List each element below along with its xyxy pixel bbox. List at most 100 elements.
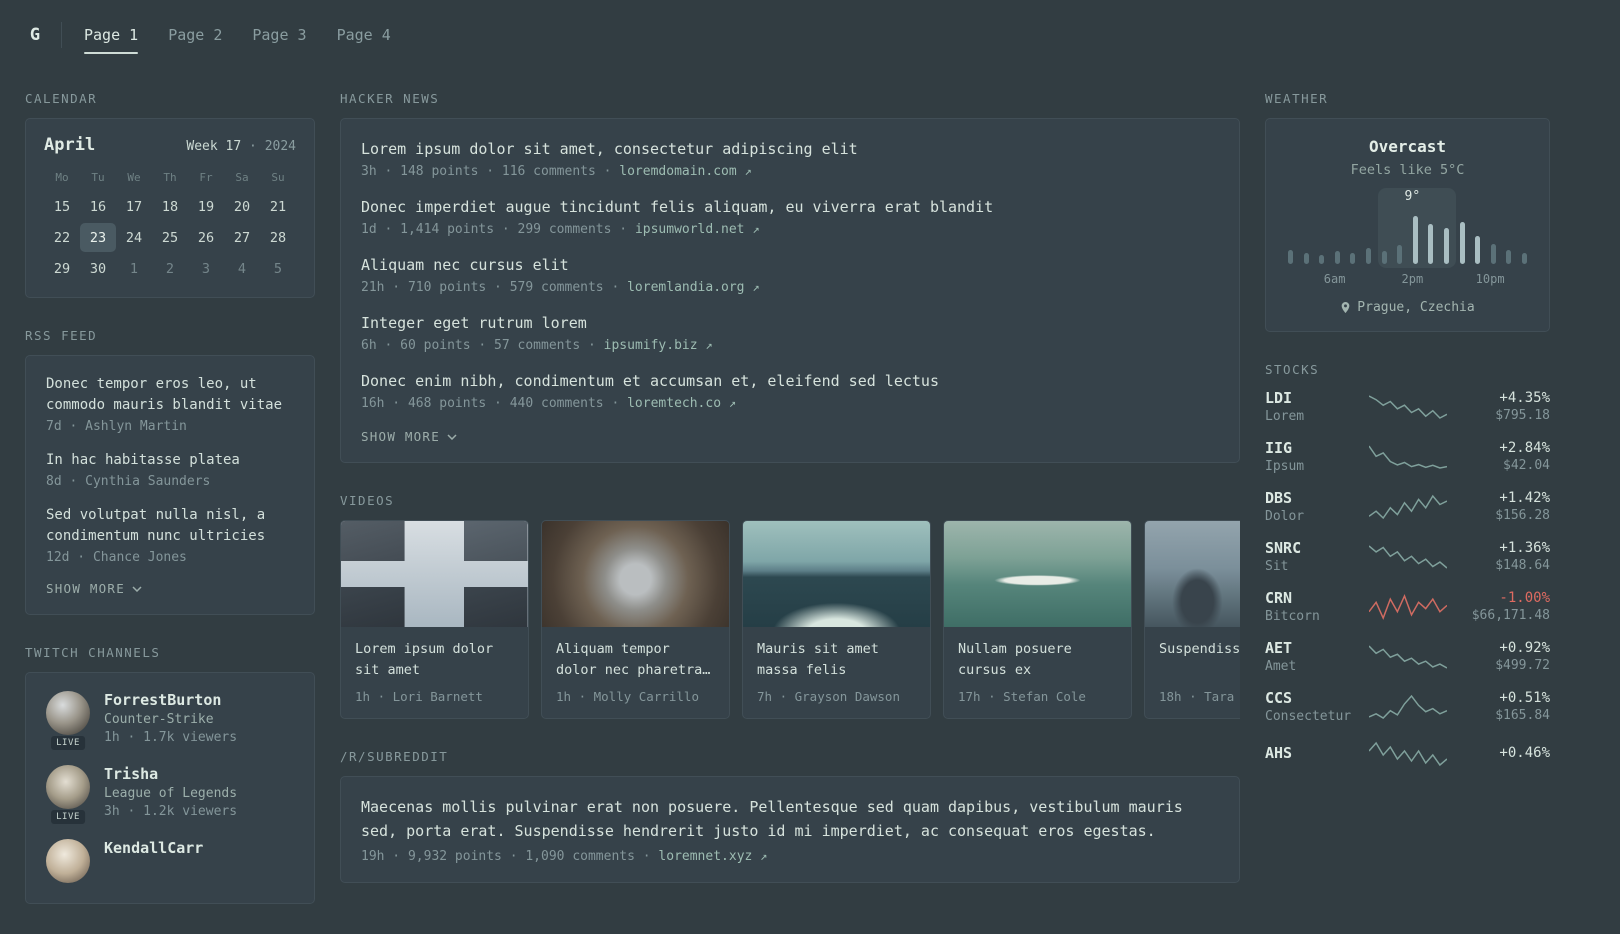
subreddit-post-meta: 19h · 9,932 points · 1,090 comments · lo… (361, 849, 1219, 864)
video-title[interactable]: Nullam posuere cursus ex (958, 639, 1117, 681)
video-title[interactable]: Aliquam tempor dolor nec pharetra… (556, 639, 715, 681)
stock-row[interactable]: DBS Dolor +1.42% $156.28 (1265, 489, 1550, 524)
stock-values: +4.35% $795.18 (1455, 390, 1550, 423)
weather-bar (1334, 251, 1340, 264)
twitch-channel[interactable]: KendallCarr (46, 839, 294, 883)
rss-item-title[interactable]: Sed volutpat nulla nisl, a condimentum n… (46, 505, 294, 547)
stock-symbol: CCS (1265, 689, 1293, 707)
chevron-down-icon (132, 585, 142, 592)
stock-row[interactable]: CCS Consectetur +0.51% $165.84 (1265, 689, 1550, 724)
avatar (46, 691, 90, 735)
calendar-day-today: 23 (80, 223, 116, 252)
rss-show-more-label: SHOW MORE (46, 581, 125, 596)
twitch-channel-name[interactable]: KendallCarr (104, 839, 203, 857)
stock-name: Lorem (1265, 409, 1305, 424)
twitch-avatar-wrap (46, 839, 90, 883)
avatar (46, 765, 90, 809)
hn-item-domain[interactable]: loremdomain.com ↗ (619, 164, 751, 179)
twitch-channel-name[interactable]: Trisha (104, 765, 237, 783)
hn-show-more-button[interactable]: SHOW MORE (361, 429, 1219, 444)
hn-item-title[interactable]: Integer eget rutrum lorem (361, 313, 1219, 334)
stock-row[interactable]: SNRC Sit +1.36% $148.64 (1265, 539, 1550, 574)
subreddit-post-domain[interactable]: loremnet.xyz ↗ (658, 849, 767, 864)
hn-item-title[interactable]: Donec imperdiet augue tincidunt felis al… (361, 197, 1219, 218)
stock-change: -1.00% (1499, 590, 1550, 606)
subreddit-card: Maecenas mollis pulvinar erat non posuer… (340, 776, 1240, 883)
twitch-channel-game[interactable]: League of Legends (104, 786, 237, 801)
hn-item-meta: 1d · 1,414 points · 299 comments · ipsum… (361, 222, 1219, 237)
tab-page-1[interactable]: Page 1 (84, 21, 139, 54)
hn-item-title[interactable]: Lorem ipsum dolor sit amet, consectetur … (361, 139, 1219, 160)
hn-item: Lorem ipsum dolor sit amet, consectetur … (361, 139, 1219, 179)
video-card[interactable]: Nullam posuere cursus ex 17h · Stefan Col… (943, 520, 1132, 719)
hn-item: Integer eget rutrum lorem 6h · 60 points … (361, 313, 1219, 353)
stock-row[interactable]: LDI Lorem +4.35% $795.18 (1265, 389, 1550, 424)
twitch-heading: TWITCH CHANNELS (25, 645, 161, 660)
video-title[interactable]: Lorem ipsum dolor sit amet consectetu… (355, 639, 514, 681)
twitch-channel-name[interactable]: ForrestBurton (104, 691, 237, 709)
hn-item-domain[interactable]: ipsumworld.net ↗ (635, 222, 760, 237)
stock-symbol: AHS (1265, 744, 1293, 762)
calendar-day: 16 (89, 198, 107, 215)
subreddit-post-title[interactable]: Maecenas mollis pulvinar erat non posuer… (361, 795, 1219, 843)
stock-row[interactable]: CRN Bitcorn -1.00% $66,171.48 (1265, 589, 1550, 624)
hn-item-meta: 16h · 468 points · 440 comments · loremt… (361, 396, 1219, 411)
weather-bar (1521, 253, 1527, 264)
stock-row[interactable]: AET Amet +0.92% $499.72 (1265, 639, 1550, 674)
video-title[interactable]: Suspendisse diam (1159, 639, 1240, 681)
stock-price: $42.04 (1503, 458, 1550, 473)
tab-page-2[interactable]: Page 2 (168, 21, 222, 49)
rss-item-title[interactable]: In hac habitasse platea (46, 450, 294, 471)
twitch-channel-game[interactable]: Counter-Strike (104, 712, 237, 727)
left-column: CALENDAR April Week 17 · 2024 Mo Tu We Th Fr… (25, 91, 315, 934)
video-thumbnail (341, 521, 528, 627)
hn-item-title[interactable]: Aliquam nec cursus elit (361, 255, 1219, 276)
tab-page-4[interactable]: Page 4 (337, 21, 391, 49)
rss-item-meta: 8d · Cynthia Saunders (46, 474, 211, 489)
dashboard-content: CALENDAR April Week 17 · 2024 Mo Tu We Th Fr… (0, 70, 1620, 934)
hackernews-card: Lorem ipsum dolor sit amet, consectetur … (340, 118, 1240, 463)
stock-price: $795.18 (1495, 408, 1550, 423)
twitch-widget: TWITCH CHANNELS LIVE ForrestBurton Counter… (25, 645, 315, 904)
stock-sparkline (1369, 644, 1447, 669)
hn-item-domain[interactable]: ipsumify.biz ↗ (604, 338, 713, 353)
calendar-month: April (44, 135, 96, 155)
stock-row[interactable]: AHS +0.46% (1265, 739, 1550, 769)
video-card[interactable]: Mauris sit amet massa felis 7h · Grayson … (742, 520, 931, 719)
twitch-channel-info: Trisha League of Legends 3h · 1.2k viewers (104, 765, 237, 819)
stock-name: Ipsum (1265, 459, 1305, 474)
tab-page-3[interactable]: Page 3 (252, 21, 306, 49)
hn-item-domain[interactable]: loremlandia.org ↗ (627, 280, 759, 295)
stock-sparkline (1369, 593, 1447, 620)
rss-item-title[interactable]: Donec tempor eros leo, ut commodo mauris… (46, 374, 294, 416)
hn-item-domain[interactable]: loremtech.co ↗ (627, 396, 736, 411)
video-card[interactable]: Lorem ipsum dolor sit amet consectetu… 1h… (340, 520, 529, 719)
hn-item-title[interactable]: Donec enim nibh, condimentum et accumsan… (361, 371, 1219, 392)
stock-symbol: LDI (1265, 389, 1293, 407)
external-link-icon: ↗ (744, 164, 752, 178)
video-card[interactable]: Aliquam tempor dolor nec pharetra… 1h · M… (541, 520, 730, 719)
stock-id: CRN Bitcorn (1265, 589, 1361, 624)
stock-price: $148.64 (1495, 558, 1550, 573)
stock-row[interactable]: IIG Ipsum +2.84% $42.04 (1265, 439, 1550, 474)
twitch-channel[interactable]: LIVE Trisha League of Legends 3h · 1.2k vie… (46, 765, 294, 825)
video-card[interactable]: Suspendisse diam 18h · Tara (1144, 520, 1240, 719)
hn-item-meta: 21h · 710 points · 579 comments · loreml… (361, 280, 1219, 295)
separator-dot: · (249, 139, 257, 154)
video-card-body: Aliquam tempor dolor nec pharetra… 1h · M… (542, 627, 729, 718)
stock-symbol: IIG (1265, 439, 1293, 457)
video-thumbnail (1145, 521, 1240, 627)
calendar-card: April Week 17 · 2024 Mo Tu We Th Fr Sa Su 15 16… (25, 118, 315, 298)
calendar-week-label: Week 17 (186, 139, 242, 154)
calendar-weekday: Su (271, 171, 285, 184)
calendar-day: 17 (125, 198, 143, 215)
live-badge: LIVE (50, 735, 86, 751)
stock-sparkline (1369, 445, 1447, 469)
video-title[interactable]: Mauris sit amet massa felis (757, 639, 916, 681)
twitch-channel[interactable]: LIVE ForrestBurton Counter-Strike 1h · 1.7k… (46, 691, 294, 751)
rss-show-more-button[interactable]: SHOW MORE (46, 581, 294, 596)
hn-item-stats: 21h · 710 points · 579 comments · (361, 280, 628, 295)
hn-item-meta: 3h · 148 points · 116 comments · loremdo… (361, 164, 1219, 179)
weather-bar (1381, 251, 1387, 264)
stock-id: AET Amet (1265, 639, 1361, 674)
